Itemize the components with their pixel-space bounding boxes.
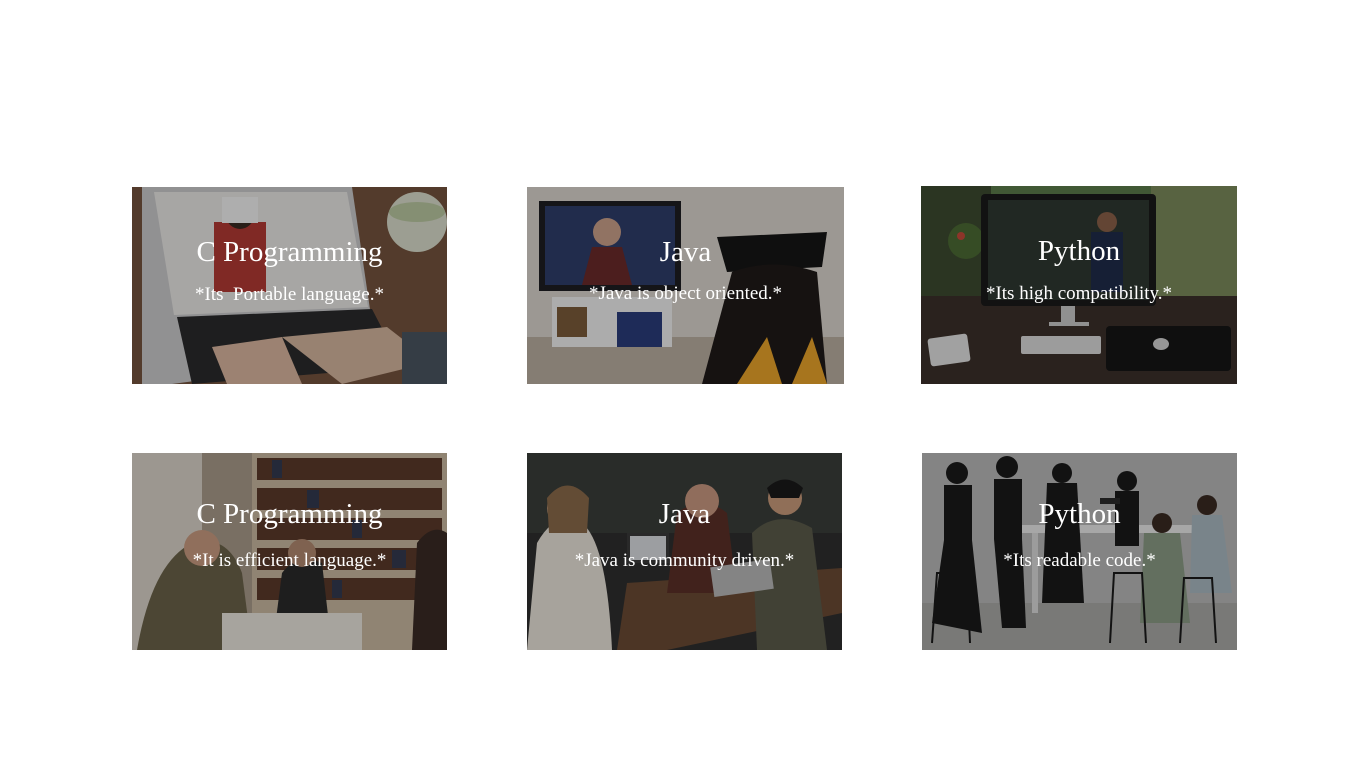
card-caption: *Java is object oriented.* (588, 283, 783, 304)
card-title: C Programming (196, 236, 383, 268)
card-title: Python (1037, 235, 1121, 267)
card-title: Java (658, 498, 711, 530)
card-title: Java (659, 236, 712, 268)
card-caption: *Its readable code.* (1003, 550, 1156, 571)
course-card-c-programming-portable[interactable]: C Programming *Its Portable language.* (132, 187, 447, 384)
card-caption: *Java is community driven.* (574, 550, 795, 571)
course-card-python-compatibility[interactable]: Python *Its high compatibility.* (921, 186, 1237, 384)
course-card-c-programming-efficient[interactable]: C Programming *It is efficient language.… (132, 453, 447, 650)
course-card-java-object-oriented[interactable]: Java *Java is object oriented.* (527, 187, 844, 384)
card-caption: *Its Portable language.* (195, 284, 384, 305)
card-title: C Programming (196, 498, 383, 530)
course-card-java-community[interactable]: Java *Java is community driven.* (527, 453, 842, 650)
card-title: Python (1038, 498, 1121, 530)
card-caption: *Its high compatibility.* (985, 283, 1173, 304)
page: C Programming *Its Portable language.* J… (0, 0, 1366, 768)
course-card-python-readable[interactable]: Python *Its readable code.* (922, 453, 1237, 650)
card-caption: *It is efficient language.* (192, 550, 387, 571)
